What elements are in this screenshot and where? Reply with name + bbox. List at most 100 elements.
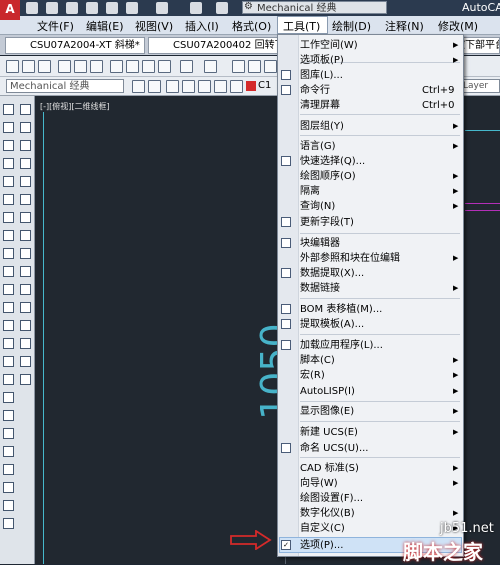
dim-style-icon[interactable] — [182, 80, 195, 93]
multiline-text-icon[interactable] — [3, 482, 14, 493]
save-icon[interactable] — [66, 2, 78, 14]
save-icon[interactable] — [38, 60, 51, 73]
scale-icon[interactable] — [3, 230, 14, 241]
menu-item-layer-groups[interactable]: 图层组(Y) ▶ — [278, 119, 463, 134]
polygon-icon[interactable] — [3, 158, 14, 169]
annotation-text-icon[interactable] — [20, 374, 31, 385]
menu-item-cad-standards[interactable]: CAD 标准(S) ▶ — [278, 461, 463, 476]
undo-icon[interactable] — [156, 2, 168, 14]
menu-item-data-links[interactable]: 数据链接 ▶ — [278, 281, 463, 296]
spell-check-icon[interactable] — [3, 500, 14, 511]
new-icon[interactable] — [6, 60, 19, 73]
ellipse-icon[interactable] — [20, 266, 31, 277]
region-icon[interactable] — [3, 446, 14, 457]
array-icon[interactable] — [20, 176, 31, 187]
workspace-style-dropdown[interactable]: Mechanical 经典 — [6, 79, 124, 93]
workspace-switch-icon[interactable] — [216, 2, 228, 14]
open-file-icon[interactable] — [46, 2, 58, 14]
menu-item-display-image[interactable]: 显示图像(E) ▶ — [278, 404, 463, 419]
break-icon[interactable] — [3, 284, 14, 295]
find-icon[interactable] — [3, 518, 14, 529]
rotate-icon[interactable] — [3, 212, 14, 223]
layer-lock-icon[interactable] — [230, 80, 243, 93]
paste-icon[interactable] — [142, 60, 155, 73]
menu-item-bom-migrate[interactable]: BOM 表移植(M)... — [278, 302, 463, 317]
revcloud-icon[interactable] — [20, 230, 31, 241]
plot-icon[interactable] — [126, 2, 138, 14]
move-icon[interactable] — [3, 194, 14, 205]
viewport-label[interactable]: [-][俯视][二维线框] — [40, 101, 110, 112]
redo-icon[interactable] — [190, 2, 202, 14]
ellipse-arc-icon[interactable] — [20, 284, 31, 295]
line-icon[interactable] — [3, 104, 14, 115]
menu-item-draw-order[interactable]: 绘图顺序(O) ▶ — [278, 169, 463, 184]
redo-icon[interactable] — [204, 60, 217, 73]
circle-icon[interactable] — [20, 212, 31, 223]
pan-icon[interactable] — [232, 60, 245, 73]
menu-item-data-extraction[interactable]: 数据提取(X)... — [278, 266, 463, 281]
menu-item-command-line[interactable]: 命令行 Ctrl+9 — [278, 83, 463, 98]
open-icon[interactable] — [22, 60, 35, 73]
fillet-icon[interactable] — [3, 338, 14, 349]
menu-item-language[interactable]: 语言(G) ▶ — [278, 139, 463, 154]
menu-file[interactable]: 文件(F) — [37, 18, 74, 34]
layer-dropdown[interactable]: Layer — [460, 79, 500, 93]
table-icon[interactable] — [3, 464, 14, 475]
erase-icon[interactable] — [20, 104, 31, 115]
layer-properties-icon[interactable] — [132, 80, 145, 93]
menu-format[interactable]: 格式(O) — [232, 18, 271, 34]
hatch-icon[interactable] — [3, 410, 14, 421]
ray-icon[interactable] — [3, 122, 14, 133]
chamfer-icon[interactable] — [3, 320, 14, 331]
new-file-icon[interactable] — [26, 2, 38, 14]
offset-icon[interactable] — [20, 158, 31, 169]
menu-modify[interactable]: 修改(M) — [438, 18, 478, 34]
publish-icon[interactable] — [90, 60, 103, 73]
menu-item-drafting-settings[interactable]: 绘图设置(F)... — [278, 491, 463, 506]
doc-tab-2[interactable]: CSU07A200402 回转下部平台 — [148, 37, 288, 54]
menu-draw[interactable]: 绘制(D) — [332, 18, 371, 34]
color-swatch[interactable] — [246, 81, 256, 91]
menu-item-clean-screen[interactable]: 清理屏幕 Ctrl+0 — [278, 98, 463, 113]
layer-state-icon[interactable] — [148, 80, 161, 93]
menu-edit[interactable]: 编辑(E) — [86, 18, 124, 34]
print-icon[interactable] — [58, 60, 71, 73]
explode-icon[interactable] — [3, 356, 14, 367]
hatch-pattern-icon[interactable] — [20, 356, 31, 367]
undo-icon[interactable] — [180, 60, 193, 73]
preview-icon[interactable] — [74, 60, 87, 73]
copy-icon[interactable] — [126, 60, 139, 73]
menu-item-new-ucs[interactable]: 新建 UCS(E) ▶ — [278, 425, 463, 440]
menu-item-xref-edit[interactable]: 外部参照和块在位编辑 ▶ — [278, 251, 463, 266]
extend-icon[interactable] — [3, 266, 14, 277]
menu-item-palettes[interactable]: 选项板(P) ▶ — [278, 53, 463, 68]
light-bulb-icon[interactable] — [198, 80, 211, 93]
save-as-icon[interactable] — [86, 2, 98, 14]
menu-insert[interactable]: 插入(I) — [185, 18, 219, 34]
polyline-icon[interactable] — [3, 140, 14, 151]
menu-item-extract-template[interactable]: 提取模板(A)... — [278, 317, 463, 332]
insert-block-icon[interactable] — [20, 302, 31, 313]
rectangle-icon[interactable] — [3, 176, 14, 187]
menu-item-tablet[interactable]: 数字化仪(B) ▶ — [278, 506, 463, 521]
workspace-dropdown[interactable]: Mechanical 经典 — [242, 1, 387, 14]
zoom-window-icon[interactable] — [264, 60, 277, 73]
print-icon[interactable] — [106, 2, 118, 14]
menu-item-quick-select[interactable]: 快速选择(Q)... — [278, 154, 463, 169]
text-icon[interactable] — [3, 374, 14, 385]
app-menu-button[interactable]: A — [0, 0, 20, 20]
menu-item-inquiry[interactable]: 查询(N) ▶ — [278, 199, 463, 214]
doc-tab-1[interactable]: CSU07A2004-XT 斜梯* — [5, 37, 145, 54]
menu-item-wizards[interactable]: 向导(W) ▶ — [278, 476, 463, 491]
menu-item-block-editor[interactable]: 块编辑器 — [278, 236, 463, 251]
join-icon[interactable] — [3, 302, 14, 313]
gradient-icon[interactable] — [3, 428, 14, 439]
menu-annotate[interactable]: 注释(N) — [385, 18, 424, 34]
menu-item-workspaces[interactable]: 工作空间(W) ▶ — [278, 38, 463, 53]
menu-item-isolate[interactable]: 隔离 ▶ — [278, 184, 463, 199]
trim-icon[interactable] — [3, 248, 14, 259]
menu-item-scripts[interactable]: 脚本(C) ▶ — [278, 353, 463, 368]
match-properties-icon[interactable] — [158, 60, 171, 73]
menu-tools[interactable]: 工具(T) — [283, 18, 320, 34]
copy-object-icon[interactable] — [20, 122, 31, 133]
